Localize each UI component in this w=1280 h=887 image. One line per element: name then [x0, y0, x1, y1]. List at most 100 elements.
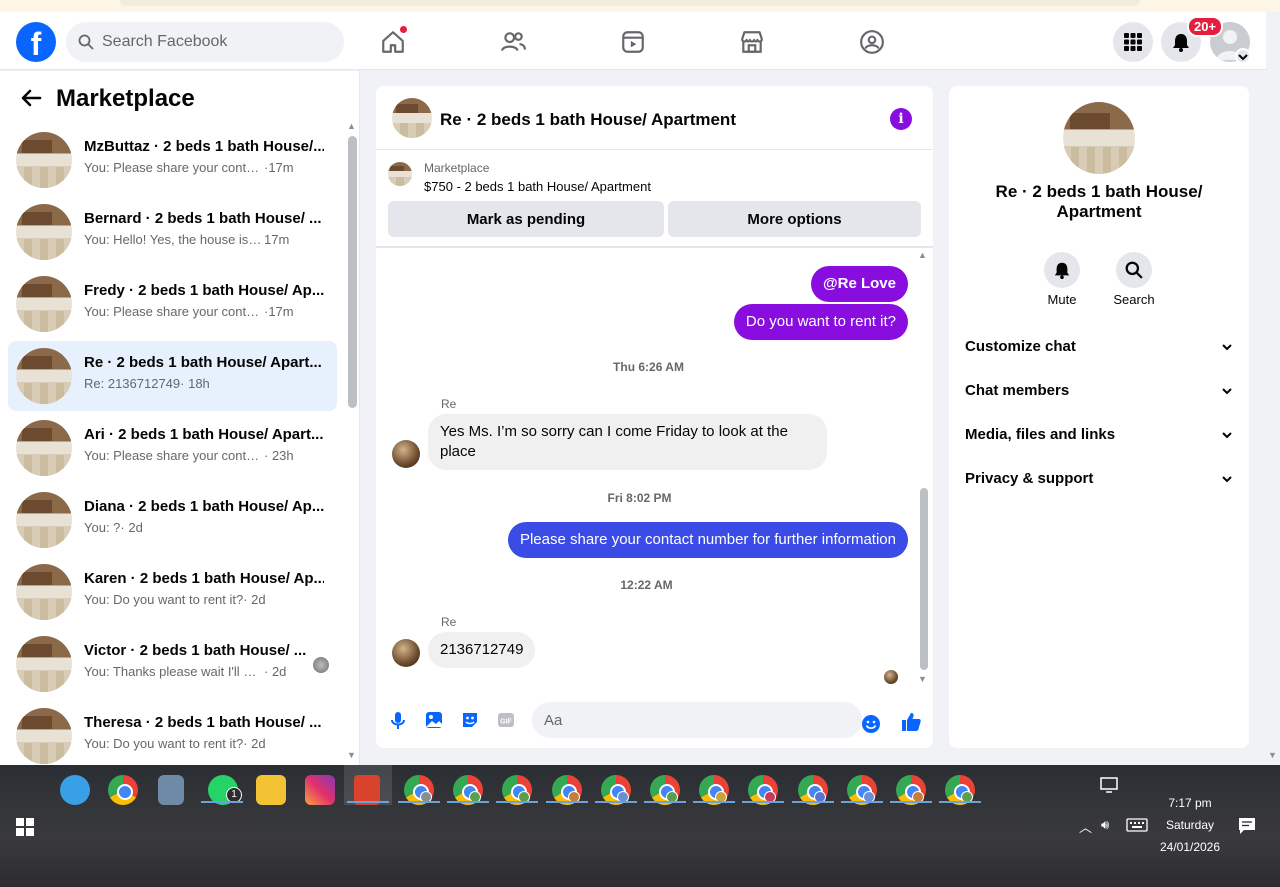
- windows-start-icon[interactable]: [16, 818, 34, 836]
- conversation-preview-row: You: Please share your contact nu...·17m: [84, 304, 294, 319]
- page-scrollbar-track[interactable]: [1266, 12, 1280, 765]
- conversation-item[interactable]: Victor · 2 beds 1 bath House/ ... You: Th…: [8, 629, 337, 699]
- listing-thumbnail[interactable]: [388, 162, 412, 186]
- scroll-down-arrow-icon[interactable]: ▼: [347, 750, 356, 760]
- marketplace-listing-bar: Marketplace $750 - 2 beds 1 bath House/ …: [376, 150, 933, 248]
- mute-button[interactable]: [1044, 252, 1080, 288]
- emoji-icon[interactable]: [861, 714, 881, 734]
- conversation-item[interactable]: Re · 2 beds 1 bath House/ Apart... Re: 21…: [8, 341, 337, 411]
- outgoing-message[interactable]: Please share your contact number for fur…: [507, 522, 908, 558]
- conversation-name: Bernard · 2 beds 1 bath House/ ...: [84, 210, 322, 227]
- search-conversation-button[interactable]: [1116, 252, 1152, 288]
- sender-avatar[interactable]: [392, 440, 420, 468]
- show-hidden-icons-icon[interactable]: ︿: [1079, 817, 1092, 836]
- friends-nav-button[interactable]: [495, 24, 531, 60]
- conversation-thumbnail: [16, 132, 72, 188]
- volume-icon[interactable]: 🔊︎: [1101, 817, 1109, 833]
- home-nav-button[interactable]: [375, 24, 411, 60]
- chat-panel: Re · 2 beds 1 bath House/ Apartment i Ma…: [376, 86, 933, 748]
- running-indicator: [644, 801, 686, 803]
- chat-thumbnail: [392, 98, 432, 138]
- chat-title[interactable]: Re · 2 beds 1 bath House/ Apartment: [440, 110, 736, 130]
- video-icon: [622, 31, 644, 53]
- scroll-up-arrow-icon[interactable]: ▲: [347, 121, 356, 131]
- section-label: Customize chat: [965, 338, 1076, 355]
- search-input[interactable]: Search Facebook: [66, 22, 344, 62]
- sticker-icon[interactable]: [460, 710, 480, 730]
- page-scroll-down-arrow-icon[interactable]: ▼: [1268, 750, 1277, 760]
- clock-day[interactable]: Saturday: [1150, 818, 1230, 832]
- conversation-preview: Re: 2136712749: [84, 376, 181, 391]
- incoming-message[interactable]: Yes Ms. I’m so sorry can I come Friday t…: [428, 414, 827, 470]
- section-label: Chat members: [965, 382, 1070, 399]
- message-input[interactable]: Aa: [532, 702, 862, 738]
- notification-center-icon[interactable]: [1238, 817, 1256, 835]
- marketplace-nav-button[interactable]: [734, 24, 770, 60]
- conversation-preview: You: Please share your contact nu...: [84, 448, 264, 463]
- file-explorer-icon[interactable]: [256, 775, 286, 805]
- scroll-up-arrow-icon[interactable]: ▲: [918, 250, 927, 260]
- conversation-name: Victor · 2 beds 1 bath House/ ...: [84, 642, 307, 659]
- sender-avatar[interactable]: [392, 639, 420, 667]
- info-section-privacy[interactable]: Privacy & support: [965, 470, 1233, 487]
- video-nav-button[interactable]: [615, 24, 651, 60]
- app-icon[interactable]: [60, 775, 90, 805]
- more-options-button[interactable]: More options: [668, 201, 921, 237]
- conversation-time: 17m: [264, 232, 290, 247]
- info-section-media[interactable]: Media, files and links: [965, 426, 1233, 443]
- conversation-list-panel: Marketplace MzButtaz · 2 beds 1 bath Hou…: [0, 71, 360, 765]
- running-indicator: [398, 801, 440, 803]
- scroll-down-arrow-icon[interactable]: ▼: [918, 674, 927, 684]
- conversation-item[interactable]: Fredy · 2 beds 1 bath House/ Ap... You: P…: [8, 269, 337, 339]
- info-section-customize[interactable]: Customize chat: [965, 338, 1233, 355]
- listing-price[interactable]: $750 - 2 beds 1 bath House/ Apartment: [424, 179, 651, 194]
- outgoing-message[interactable]: Do you want to rent it?: [733, 304, 908, 340]
- chevron-down-icon[interactable]: [1235, 48, 1251, 64]
- conversation-item[interactable]: Diana · 2 beds 1 bath House/ Ap... You: ?…: [8, 485, 337, 555]
- conversation-name: Re · 2 beds 1 bath House/ Apart...: [84, 354, 322, 371]
- thumbs-up-icon[interactable]: [900, 711, 922, 733]
- search-label: Search: [1113, 292, 1155, 307]
- running-indicator: [791, 801, 834, 803]
- keyboard-icon[interactable]: [1126, 818, 1148, 832]
- search-icon: [1125, 261, 1143, 279]
- running-indicator: [890, 801, 932, 803]
- chrome-icon[interactable]: [108, 775, 138, 805]
- conversation-time: ·17m: [264, 304, 294, 319]
- message-thread-scrollbar[interactable]: [920, 488, 928, 670]
- sender-name: Re: [441, 615, 457, 629]
- section-label: Privacy & support: [965, 470, 1094, 487]
- conversation-list-scrollbar[interactable]: [348, 136, 357, 408]
- chat-profile-image[interactable]: [1063, 102, 1135, 174]
- conversation-item[interactable]: Theresa · 2 beds 1 bath House/ ... You: D…: [8, 701, 337, 771]
- running-indicator: [347, 801, 389, 803]
- incoming-message[interactable]: 2136712749: [428, 632, 536, 668]
- info-icon[interactable]: i: [890, 108, 912, 130]
- conversation-name: Karen · 2 beds 1 bath House/ Ap...: [84, 570, 324, 587]
- conversation-item[interactable]: Karen · 2 beds 1 bath House/ Ap... You: D…: [8, 557, 337, 627]
- groups-nav-button[interactable]: [854, 24, 890, 60]
- instagram-icon[interactable]: [305, 775, 335, 805]
- facebook-logo-icon[interactable]: f: [16, 22, 56, 62]
- conversation-item[interactable]: Ari · 2 beds 1 bath House/ Apart... You: …: [8, 413, 337, 483]
- notification-count-badge: 20+: [1187, 16, 1224, 37]
- clock-date[interactable]: 24/01/2026: [1150, 840, 1230, 854]
- conversation-time: · 18h: [180, 376, 210, 391]
- mark-as-pending-button[interactable]: Mark as pending: [388, 201, 664, 237]
- photo-icon[interactable]: [424, 710, 444, 730]
- conversation-item[interactable]: MzButtaz · 2 beds 1 bath House/... You: P…: [8, 125, 337, 195]
- calculator-icon[interactable]: [158, 775, 184, 805]
- back-button[interactable]: [20, 87, 42, 114]
- conversation-preview-row: You: Please share your contact nu...· 23…: [84, 448, 294, 463]
- gif-icon[interactable]: GIF: [496, 710, 516, 730]
- conversation-item[interactable]: Bernard · 2 beds 1 bath House/ ... You: H…: [8, 197, 337, 267]
- outgoing-message[interactable]: @Re Love: [811, 266, 908, 302]
- menu-button[interactable]: [1113, 22, 1153, 62]
- read-receipt-avatar: [884, 670, 898, 684]
- network-icon[interactable]: [1100, 777, 1118, 793]
- microphone-icon[interactable]: [388, 710, 408, 730]
- clock-time[interactable]: 7:17 pm: [1150, 796, 1230, 810]
- section-label: Media, files and links: [965, 426, 1116, 443]
- info-section-members[interactable]: Chat members: [965, 382, 1233, 399]
- top-navigation-bar: f Search Facebook: [0, 12, 1266, 70]
